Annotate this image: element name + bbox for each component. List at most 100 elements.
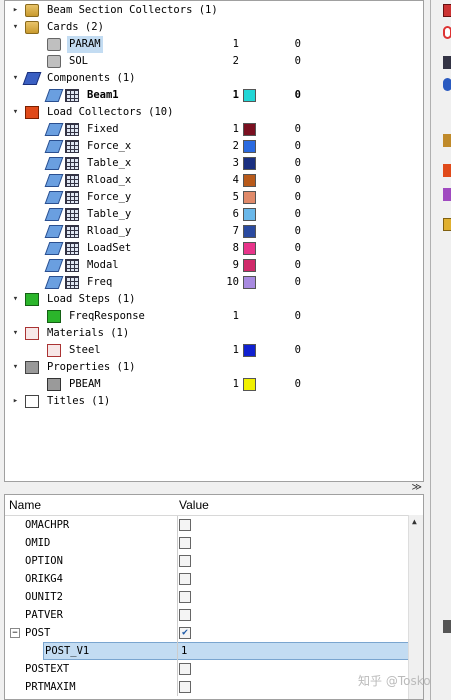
tree-row[interactable]: ▾ Cards (2): [5, 19, 423, 36]
model-browser-tree[interactable]: ▸ Beam Section Collectors (1) ▾ Cards (2) PA…: [4, 0, 424, 482]
property-row[interactable]: POSTEXT: [5, 660, 409, 678]
checkbox-checked[interactable]: ✔: [179, 627, 191, 639]
toolbar-icon[interactable]: [443, 4, 451, 17]
load-collector-icon: [65, 123, 79, 136]
toolbar-icon[interactable]: [443, 620, 451, 633]
collection-icon: [44, 208, 64, 221]
property-name: POST_V1: [45, 645, 90, 657]
load-collector-icon: [65, 140, 79, 153]
checkbox[interactable]: [179, 555, 191, 567]
checkbox[interactable]: [179, 519, 191, 531]
beam-section-collector-icon: [25, 4, 39, 17]
color-swatch[interactable]: [243, 191, 256, 204]
tree-row[interactable]: Table_y 6 0: [5, 206, 423, 223]
toolbar-icon[interactable]: [443, 188, 451, 201]
collapse-toggle-icon[interactable]: −: [10, 628, 20, 638]
tree-row[interactable]: ▸ Beam Section Collectors (1): [5, 2, 423, 19]
toolbar-icon[interactable]: [443, 164, 451, 177]
column-divider: [177, 678, 178, 696]
color-swatch[interactable]: [243, 378, 256, 391]
tree-item-count: 0: [294, 225, 301, 237]
tree-row[interactable]: SOL 2 0: [5, 53, 423, 70]
color-swatch[interactable]: [243, 208, 256, 221]
selected-row-highlight: [43, 642, 409, 660]
tree-item-count: 0: [294, 157, 301, 169]
tree-row[interactable]: Rload_y 7 0: [5, 223, 423, 240]
color-swatch[interactable]: [243, 225, 256, 238]
property-row[interactable]: POST_V1 1: [5, 642, 409, 660]
collapse-toggle-icon[interactable]: ▾: [11, 23, 20, 32]
tree-row[interactable]: ▾ Components (1): [5, 70, 423, 87]
collapse-toggle-icon[interactable]: ▾: [11, 363, 20, 372]
value-column-header[interactable]: Value: [179, 495, 209, 515]
toolbar-icon[interactable]: [443, 56, 451, 69]
tree-row[interactable]: PARAM 1 0: [5, 36, 423, 53]
expand-toggle-icon[interactable]: ▸: [11, 6, 20, 15]
tree-row[interactable]: PBEAM 1 0: [5, 376, 423, 393]
tree-item-label: Rload_x: [87, 174, 132, 186]
checkbox[interactable]: [179, 681, 191, 693]
collapse-chevron-icon[interactable]: ≫: [412, 482, 422, 493]
color-swatch[interactable]: [243, 123, 256, 136]
color-swatch[interactable]: [243, 157, 256, 170]
checkbox[interactable]: [179, 591, 191, 603]
tree-row[interactable]: Rload_x 4 0: [5, 172, 423, 189]
property-row[interactable]: − POST ✔: [5, 624, 409, 642]
tree-row[interactable]: ▾ Load Steps (1): [5, 291, 423, 308]
toolbar-icon[interactable]: [443, 26, 451, 39]
name-column-header[interactable]: Name: [9, 495, 41, 515]
collapse-toggle-icon[interactable]: ▾: [11, 329, 20, 338]
property-row[interactable]: OMACHPR: [5, 516, 409, 534]
checkbox[interactable]: [179, 537, 191, 549]
tree-row[interactable]: ▾ Materials (1): [5, 325, 423, 342]
tree-item-id: 9: [232, 259, 239, 271]
titles-folder-icon: [25, 395, 39, 408]
color-swatch[interactable]: [243, 344, 256, 357]
property-row[interactable]: ORIKG4: [5, 570, 409, 588]
property-row[interactable]: PRTMAXIM: [5, 678, 409, 696]
color-swatch[interactable]: [243, 259, 256, 272]
tree-row[interactable]: Force_x 2 0: [5, 138, 423, 155]
tree-item-label: Beam1: [87, 89, 119, 101]
checkbox[interactable]: [179, 573, 191, 585]
panel-splitter[interactable]: ≫: [4, 482, 424, 494]
tree-item-count: 0: [294, 310, 301, 322]
tree-row[interactable]: Fixed 1 0: [5, 121, 423, 138]
tree-row[interactable]: FreqResponse 1 0: [5, 308, 423, 325]
tree-item-label: Titles (1): [47, 395, 111, 407]
tree-item-count: 0: [294, 123, 301, 135]
color-swatch[interactable]: [243, 174, 256, 187]
toolbar-icon[interactable]: [443, 218, 451, 231]
tree-row[interactable]: Beam1 1 0: [5, 87, 423, 104]
collapse-toggle-icon[interactable]: ▾: [11, 74, 20, 83]
expand-toggle-icon[interactable]: ▸: [11, 397, 20, 406]
tree-row[interactable]: ▸ Titles (1): [5, 393, 423, 410]
checkbox[interactable]: [179, 609, 191, 621]
collapse-toggle-icon[interactable]: ▾: [11, 295, 20, 304]
color-swatch[interactable]: [243, 242, 256, 255]
toolbar-icon[interactable]: [443, 134, 451, 147]
color-swatch[interactable]: [243, 276, 256, 289]
card-icon: [47, 38, 61, 51]
property-row[interactable]: OMID: [5, 534, 409, 552]
checkbox[interactable]: [179, 663, 191, 675]
tree-row[interactable]: Steel 1 0: [5, 342, 423, 359]
property-row[interactable]: OUNIT2: [5, 588, 409, 606]
property-row[interactable]: PATVER: [5, 606, 409, 624]
property-row[interactable]: OPTION: [5, 552, 409, 570]
collapse-toggle-icon[interactable]: ▾: [11, 108, 20, 117]
tree-row[interactable]: ▾ Load Collectors (10): [5, 104, 423, 121]
scroll-up-arrow-icon[interactable]: ▲: [412, 517, 417, 526]
tree-row[interactable]: LoadSet 8 0: [5, 240, 423, 257]
property-value-field[interactable]: 1: [181, 642, 187, 660]
tree-row[interactable]: Freq 10 0: [5, 274, 423, 291]
tree-row[interactable]: ▾ Properties (1): [5, 359, 423, 376]
tree-row[interactable]: Table_x 3 0: [5, 155, 423, 172]
load-collector-icon: [65, 259, 79, 272]
color-swatch[interactable]: [243, 89, 256, 102]
tree-row[interactable]: Modal 9 0: [5, 257, 423, 274]
toolbar-icon[interactable]: [443, 78, 451, 91]
color-swatch[interactable]: [243, 140, 256, 153]
material-icon: [47, 344, 61, 357]
tree-row[interactable]: Force_y 5 0: [5, 189, 423, 206]
